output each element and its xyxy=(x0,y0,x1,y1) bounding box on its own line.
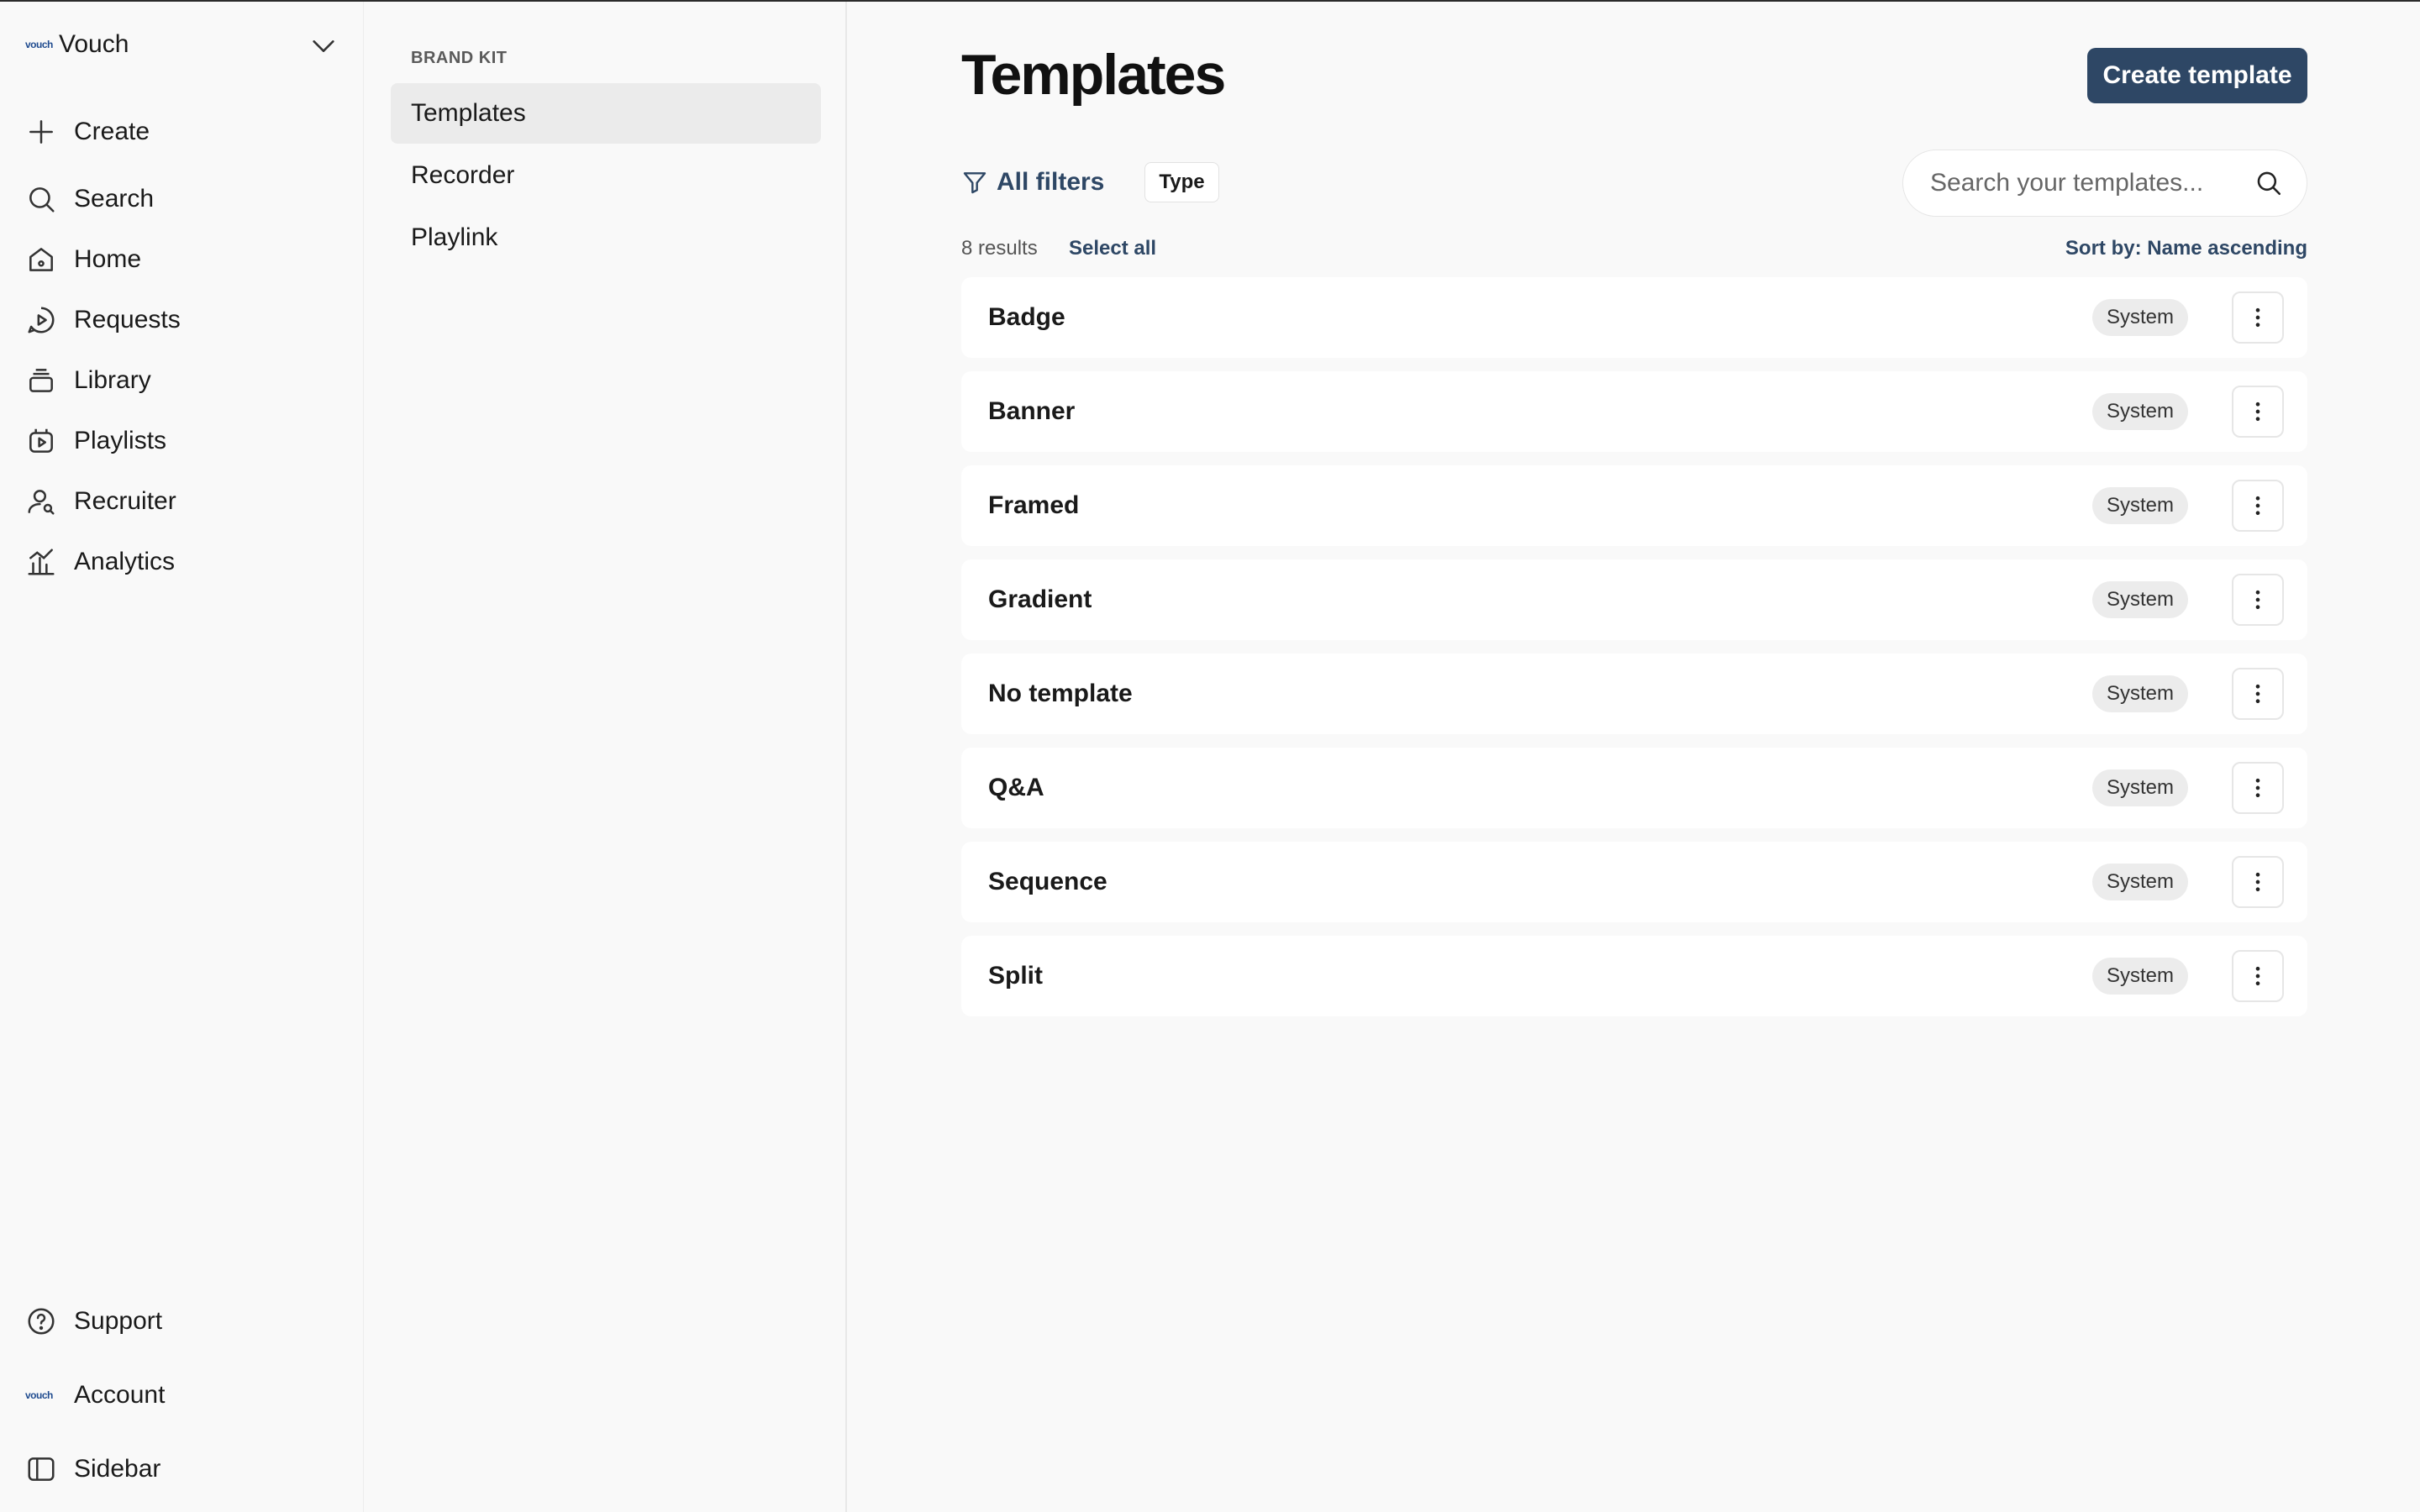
template-name: No template xyxy=(988,680,1133,707)
nav-item-sidebar[interactable]: Sidebar xyxy=(25,1446,338,1493)
nav-item-library[interactable]: Library xyxy=(25,357,338,404)
system-badge: System xyxy=(2092,299,2189,336)
nav-item-account[interactable]: vouch Account xyxy=(25,1372,338,1419)
workspace-switcher[interactable]: vouch Vouch xyxy=(25,25,338,64)
more-vertical-icon xyxy=(2255,684,2260,704)
library-icon xyxy=(25,364,74,397)
workspace-name: Vouch xyxy=(59,30,129,58)
template-row[interactable]: Gradient System xyxy=(961,559,2307,640)
template-name: Badge xyxy=(988,303,1065,331)
more-options-button[interactable] xyxy=(2232,668,2284,720)
sidebar-icon xyxy=(25,1452,74,1486)
plus-icon xyxy=(25,115,74,149)
nav-item-label: Recruiter xyxy=(74,487,176,515)
nav-item-create[interactable]: Create xyxy=(25,108,338,155)
nav-item-requests[interactable]: Requests xyxy=(25,297,338,344)
nav-item-label: Requests xyxy=(74,306,181,333)
all-filters-button[interactable]: All filters xyxy=(961,168,1104,197)
system-badge: System xyxy=(2092,393,2189,430)
more-options-button[interactable] xyxy=(2232,574,2284,626)
sort-dropdown[interactable]: Sort by: Name ascending xyxy=(2065,237,2307,260)
template-name: Sequence xyxy=(988,868,1107,895)
subnav-heading: BRAND KIT xyxy=(411,49,508,67)
more-vertical-icon xyxy=(2255,872,2260,892)
playlists-icon xyxy=(25,424,74,458)
system-badge: System xyxy=(2092,958,2189,995)
vouch-logo-icon: vouch xyxy=(25,39,53,50)
nav-item-label: Analytics xyxy=(74,548,176,575)
more-vertical-icon xyxy=(2255,778,2260,798)
search-icon xyxy=(25,182,74,216)
nav-item-label: Sidebar xyxy=(74,1455,161,1483)
more-options-button[interactable] xyxy=(2232,291,2284,344)
chevron-down-icon xyxy=(309,32,338,65)
filter-bar: All filters Type xyxy=(961,161,1219,203)
template-row[interactable]: Sequence System xyxy=(961,842,2307,922)
nav-item-recruiter[interactable]: Recruiter xyxy=(25,478,338,525)
more-vertical-icon xyxy=(2255,590,2260,610)
type-filter-chip[interactable]: Type xyxy=(1144,162,1219,202)
system-badge: System xyxy=(2092,864,2189,900)
more-options-button[interactable] xyxy=(2232,950,2284,1002)
nav-item-label: Create xyxy=(74,118,150,145)
nav-item-playlists[interactable]: Playlists xyxy=(25,417,338,465)
nav-item-home[interactable]: Home xyxy=(25,236,338,283)
template-name: Banner xyxy=(988,397,1076,425)
create-template-button[interactable]: Create template xyxy=(2087,48,2307,103)
nav-item-label: Support xyxy=(74,1307,163,1335)
subnav-item-playlink[interactable]: Playlink xyxy=(391,207,821,268)
template-row[interactable]: Banner System xyxy=(961,371,2307,452)
more-vertical-icon xyxy=(2255,496,2260,516)
filter-icon xyxy=(963,172,986,194)
more-options-button[interactable] xyxy=(2232,762,2284,814)
template-row[interactable]: No template System xyxy=(961,654,2307,734)
help-icon xyxy=(25,1305,74,1338)
more-vertical-icon xyxy=(2255,307,2260,328)
nav-item-label: Search xyxy=(74,185,155,213)
recruiter-icon xyxy=(25,485,74,518)
template-name: Framed xyxy=(988,491,1080,519)
main-content: Templates Create template All filters Ty… xyxy=(847,2,2420,1512)
requests-icon xyxy=(25,303,74,337)
system-badge: System xyxy=(2092,487,2189,524)
more-options-button[interactable] xyxy=(2232,480,2284,532)
search-input[interactable] xyxy=(1930,169,2254,197)
more-vertical-icon xyxy=(2255,966,2260,986)
app-window: vouch Vouch Create Search Home Requests … xyxy=(0,0,2420,1512)
system-badge: System xyxy=(2092,675,2189,712)
template-row[interactable]: Framed System xyxy=(961,465,2307,546)
nav-item-label: Playlists xyxy=(74,427,167,454)
page-title: Templates xyxy=(961,43,1226,107)
home-icon xyxy=(25,243,74,276)
results-toolbar: 8 results Select all Sort by: Name ascen… xyxy=(961,237,2307,262)
template-row[interactable]: Badge System xyxy=(961,277,2307,358)
nav-item-label: Library xyxy=(74,366,151,394)
main-sidebar: vouch Vouch Create Search Home Requests … xyxy=(0,2,363,1512)
analytics-icon xyxy=(25,545,74,579)
template-name: Gradient xyxy=(988,585,1092,613)
more-vertical-icon xyxy=(2255,402,2260,422)
template-name: Split xyxy=(988,962,1043,990)
subnav-item-templates[interactable]: Templates xyxy=(391,83,821,144)
nav-item-label: Home xyxy=(74,245,142,273)
brand-kit-panel: BRAND KIT Templates Recorder Playlink xyxy=(363,2,847,1512)
search-icon[interactable] xyxy=(2254,167,2283,199)
more-options-button[interactable] xyxy=(2232,386,2284,438)
template-row[interactable]: Q&A System xyxy=(961,748,2307,828)
template-row[interactable]: Split System xyxy=(961,936,2307,1016)
nav-item-label: Account xyxy=(74,1381,166,1409)
account-logo-icon: vouch xyxy=(25,1389,53,1401)
template-search xyxy=(1902,150,2307,217)
system-badge: System xyxy=(2092,581,2189,618)
system-badge: System xyxy=(2092,769,2189,806)
nav-item-support[interactable]: Support xyxy=(25,1298,338,1345)
results-count: 8 results xyxy=(961,237,1038,260)
subnav-item-recorder[interactable]: Recorder xyxy=(391,145,821,206)
all-filters-label: All filters xyxy=(997,168,1105,196)
more-options-button[interactable] xyxy=(2232,856,2284,908)
nav-item-search[interactable]: Search xyxy=(25,176,338,223)
nav-item-analytics[interactable]: Analytics xyxy=(25,538,338,585)
select-all-button[interactable]: Select all xyxy=(1069,237,1156,260)
template-name: Q&A xyxy=(988,774,1044,801)
